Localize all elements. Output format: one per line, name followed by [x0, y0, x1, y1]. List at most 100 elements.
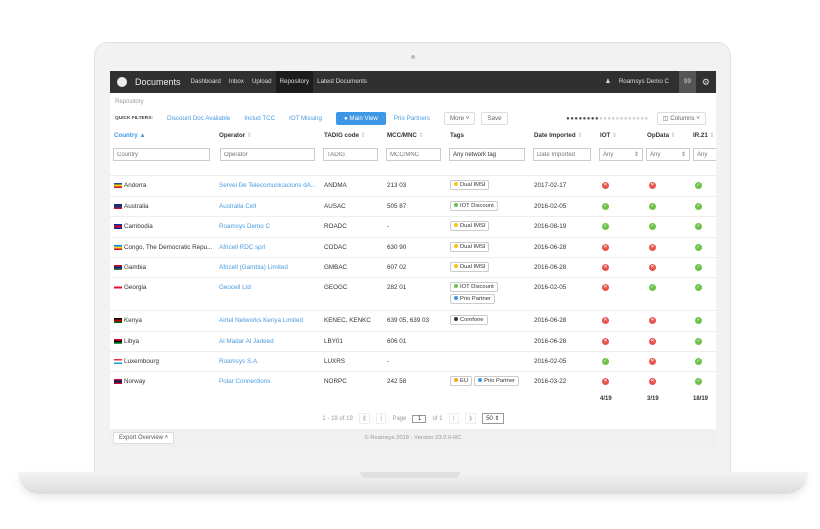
tag-badge[interactable]: Dual IMSI: [450, 262, 490, 272]
user-name[interactable]: Roamsys Demo C: [615, 71, 673, 93]
prev-page-button[interactable]: ⟨: [376, 413, 387, 424]
table-row[interactable]: Gambia Africell (Gambia) Limited GMBAC 6…: [110, 257, 716, 277]
country-cell: Gambia: [114, 264, 146, 271]
operator-link[interactable]: Al Madar Al Jadeed: [219, 338, 274, 345]
nav-inbox[interactable]: Inbox: [225, 71, 248, 93]
flag-icon: [114, 317, 122, 323]
operator-link[interactable]: Servei De Telecomunicacions dA...: [219, 182, 316, 189]
date-filter-input[interactable]: [533, 148, 591, 161]
iot-status: ✓: [602, 357, 609, 365]
tag-dot-icon: [454, 244, 458, 249]
tag-dot-icon: [454, 223, 458, 228]
country-cell: Andorra: [114, 182, 146, 189]
first-page-button[interactable]: ⟪: [358, 413, 371, 424]
mcc-filter-input[interactable]: [386, 148, 441, 161]
filter-discount-doc[interactable]: Discount Doc Available: [167, 115, 230, 122]
per-page-select[interactable]: 50 ⇕: [482, 413, 504, 424]
tag-label: IOT Discount: [460, 203, 494, 209]
tag-badge[interactable]: EU: [450, 376, 473, 386]
table-row[interactable]: Georgia Geocell Ltd GEOGC 282 01 IOT Dis…: [110, 277, 716, 310]
cross-icon: ✕: [602, 284, 609, 291]
logo-icon[interactable]: [117, 77, 127, 87]
filter-prio-partners[interactable]: Prio Partners: [394, 115, 430, 122]
operator-link[interactable]: Geocell Ltd: [219, 284, 251, 291]
operator-link[interactable]: Australia Cell: [219, 203, 256, 210]
col-opdata[interactable]: OpData ⇕: [647, 132, 676, 139]
col-tadig[interactable]: TADIG code ⇕: [324, 132, 366, 139]
check-icon: ✓: [695, 317, 702, 324]
tag-badge[interactable]: IOT Discount: [450, 201, 498, 211]
tags-cell: Dual IMSI: [450, 242, 491, 252]
tags-cell: EU Prio Partner: [450, 376, 521, 386]
tag-badge[interactable]: Prio Partner: [474, 376, 519, 386]
col-ir21[interactable]: IR.21 ⇕: [693, 132, 715, 139]
opdata-filter-select[interactable]: Any ⇕: [646, 148, 690, 161]
cross-icon: ✕: [649, 338, 656, 345]
camera-icon: [411, 55, 415, 59]
check-icon: ✓: [695, 358, 702, 365]
columns-label: Columns: [670, 115, 695, 122]
table-row[interactable]: Congo, The Democratic Repu... Africell R…: [110, 237, 716, 257]
check-icon: ✓: [649, 203, 656, 210]
save-button[interactable]: Save: [481, 112, 508, 125]
tag-badge[interactable]: Comfone: [450, 315, 488, 325]
tag-badge[interactable]: Prio Partner: [450, 294, 495, 304]
breadcrumb[interactable]: Repository: [115, 99, 144, 105]
more-label: More: [449, 115, 465, 122]
filter-iot-missing[interactable]: IOT Missing: [289, 115, 322, 122]
tag-badge[interactable]: Dual IMSI: [450, 242, 490, 252]
tags-filter-select[interactable]: Any network tag: [449, 148, 525, 161]
opdata-total: 3/19: [647, 396, 659, 402]
nav-upload[interactable]: Upload: [248, 71, 276, 93]
col-iot[interactable]: IOT ⇕: [600, 132, 617, 139]
col-date[interactable]: Date Imported ⇕: [534, 132, 583, 139]
tadig-filter-input[interactable]: [323, 148, 378, 161]
flag-icon: [114, 284, 122, 290]
table-row[interactable]: Cambodia Roamsys Demo C ROADC - Dual IMS…: [110, 216, 716, 237]
more-button[interactable]: More ˅: [443, 112, 476, 125]
brand-title[interactable]: Documents: [135, 77, 181, 87]
next-page-button[interactable]: ⟩: [448, 413, 459, 424]
nav-dashboard[interactable]: Dashboard: [187, 71, 225, 93]
table-row[interactable]: Andorra Servei De Telecomunicacions dA..…: [110, 175, 716, 196]
table-row[interactable]: Kenya Airtel Networks Kenya Limited KENE…: [110, 310, 716, 331]
main-view-label: Main View: [349, 115, 378, 122]
table-row[interactable]: Libya Al Madar Al Jadeed LBY01 606 01 20…: [110, 331, 716, 351]
operator-link[interactable]: Airtel Networks Kenya Limited: [219, 317, 303, 324]
operator-link[interactable]: Africell RDC sprl: [219, 244, 265, 251]
col-operator[interactable]: Operator ⇕: [219, 132, 252, 139]
operator-link[interactable]: Roamsys Demo C: [219, 223, 270, 230]
notification-count[interactable]: 99: [679, 71, 696, 93]
ir21-filter-select[interactable]: Any: [693, 148, 716, 161]
operator-filter-input[interactable]: [220, 148, 315, 161]
filter-includ-tcc[interactable]: Includ TCC: [244, 115, 275, 122]
country-name: Norway: [124, 378, 146, 385]
page-input[interactable]: 1: [412, 414, 427, 423]
tag-badge[interactable]: Dual IMSI: [450, 180, 490, 190]
filter-main-view[interactable]: ● Main View: [335, 112, 386, 125]
operator-link[interactable]: Africell (Gambia) Limited: [219, 264, 288, 271]
columns-button[interactable]: ◫ Columns ˅: [656, 112, 706, 125]
tag-label: Dual IMSI: [460, 223, 486, 229]
country-filter-input[interactable]: [113, 148, 210, 161]
tag-badge[interactable]: Dual IMSI: [450, 221, 490, 231]
iot-filter-select[interactable]: Any ⇕: [599, 148, 643, 161]
col-country[interactable]: Country ▲: [114, 132, 146, 139]
last-page-button[interactable]: ⟫: [464, 413, 477, 424]
table-row[interactable]: Norway Polar Connections NORPC 242 58 EU…: [110, 371, 716, 392]
operator-link[interactable]: Roamsys S.A.: [219, 358, 259, 365]
country-cell: Libya: [114, 338, 139, 345]
table-row[interactable]: Australia Australia Cell AUSAC 505 87 IO…: [110, 196, 716, 216]
operator-link[interactable]: Polar Connections: [219, 378, 270, 385]
nav-latest-documents[interactable]: Latest Documents: [313, 71, 371, 93]
cross-icon: ✕: [649, 244, 656, 251]
table-row[interactable]: Luxembourg Roamsys S.A. LUXRS - 2016-02-…: [110, 351, 716, 371]
tag-badge[interactable]: IOT Discount: [450, 282, 498, 292]
any-label: Any: [650, 152, 661, 158]
settings-gear-icon[interactable]: ⚙: [696, 77, 716, 88]
col-mcc[interactable]: MCC/MNC ⇕: [387, 132, 424, 139]
tadig-cell: CODAC: [324, 244, 347, 251]
col-label: Operator: [219, 132, 246, 139]
column-pager-dots[interactable]: ●●●●●●●●●●●●●●●●●●●●: [566, 116, 649, 122]
nav-repository[interactable]: Repository: [275, 71, 314, 93]
